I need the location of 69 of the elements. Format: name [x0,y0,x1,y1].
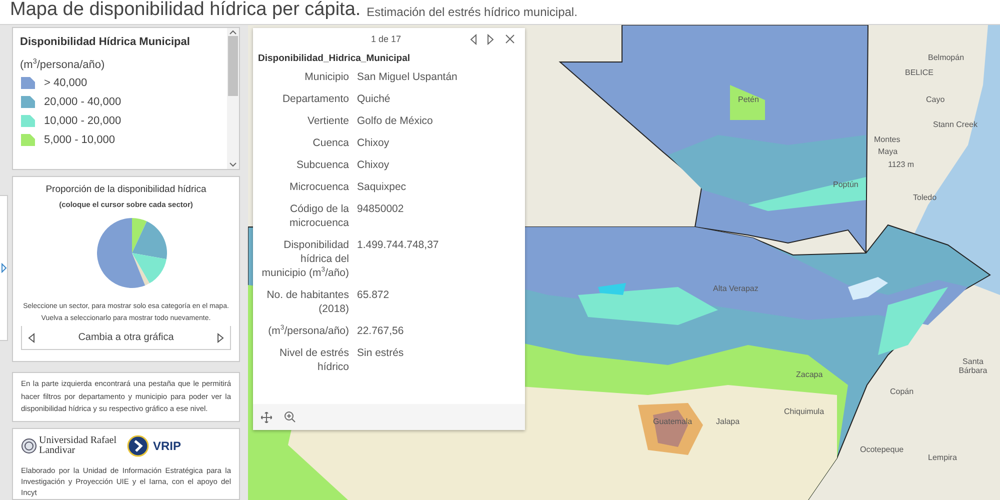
page-subtitle: Estimación del estrés hídrico municipal. [366,5,578,19]
seal-icon [21,438,37,454]
pie-chart-drawing[interactable] [96,217,168,289]
field-label: Subcuenca [295,158,349,172]
next-button[interactable] [487,34,495,44]
legend-label: > 40,000 [44,77,88,89]
map-place-label: Petén [738,95,759,104]
map-place-label: 1123 m [888,160,914,169]
field-label: (m$^{3}$/persona/año) [267,324,349,338]
field-label: Cuenca [312,136,349,150]
map-place-label: Cayo [926,95,945,104]
next-button[interactable] [216,332,225,342]
map-place-label: Zacapa [796,370,823,379]
field-value: Sin estrés [357,346,405,361]
map-place-label: Alta Verapaz [713,284,758,293]
chart-title: Proporción de la disponibilidad hídrica [46,184,206,195]
field-value: 65.872 [357,288,390,303]
chevron-down-icon[interactable] [229,161,237,169]
popup-pager: 1 de 17 [371,34,402,44]
previous-button[interactable] [469,34,477,44]
map-place-label: Belmopán [928,53,964,62]
field-label: Municipio [304,70,349,84]
map-place-label: Copán [890,387,914,396]
scrollbar[interactable] [227,28,239,169]
legend-unit: (m$^{3}$/persona/año) [20,59,106,71]
map-place-label: Chiquimula [784,407,824,416]
previous-button[interactable] [27,332,35,342]
zoom-in-icon[interactable] [284,411,296,423]
map-place-label: Toledo [913,193,937,202]
chart-switch-label: Cambia a otra gráfica [78,332,174,343]
field-value: Golfo de México [357,114,434,128]
vrip-logo-text: VRIP [153,438,182,452]
map-place-label: Guatemala [653,417,692,426]
university-logo-text: Universidad Rafael Landivar [39,436,117,456]
field-label: Microcuenca [288,180,349,194]
close-button[interactable] [505,34,515,44]
map-place-label: Stann Creek [933,120,978,129]
field-label: Vertiente [306,114,349,128]
field-label: Código de la microcuenca [288,202,349,230]
legend-label: 5,000 - 10,000 [44,134,115,146]
field-label: Disponibilidad hídrica del municipio (m$^{3}$/año) [260,238,349,280]
map-place-label: Jalapa [716,417,740,426]
popup-layer-title: Disponibilidad_Hidrica_Municipal [257,52,412,66]
map-place-label: BELICE [905,68,934,77]
field-value: Quiché [357,92,392,106]
page-title: Mapa de disponibilidad hídrica per cápita. [10,0,361,21]
map-place-label: Lempira [928,453,957,462]
field-value: Saquixpec [357,180,408,194]
field-value: Chixoy [357,136,390,150]
field-value: 1.499.744.748,37 [357,238,440,253]
chevron-up-icon[interactable] [229,28,237,36]
field-value: Chixoy [357,158,390,172]
field-value: 94850002 [357,202,405,217]
map-place-label: Poptún [833,180,858,189]
legend-title: Disponibilidad Hídrica Municipal [20,36,191,48]
triangle-right-icon [0,263,6,273]
field-label: Nivel de estrés hídrico [278,346,349,374]
legend-label: 10,000 - 20,000 [44,115,122,127]
field-value: 22.767,56 [357,324,405,338]
map-place-label: Ocotepeque [860,445,904,454]
map-place-label: Santa Bárbara [958,357,988,375]
move-icon[interactable] [261,412,272,422]
legend-label: 20,000 - 40,000 [44,96,122,108]
map-place-label: Montes [874,135,900,144]
field-label: Departamento [281,92,349,106]
vrip-logo-icon [127,434,149,456]
map-place-label: Maya [878,147,898,156]
field-value: San Miguel Uspantán [357,70,458,84]
field-label: No. de habitantes (2018) [266,288,349,316]
